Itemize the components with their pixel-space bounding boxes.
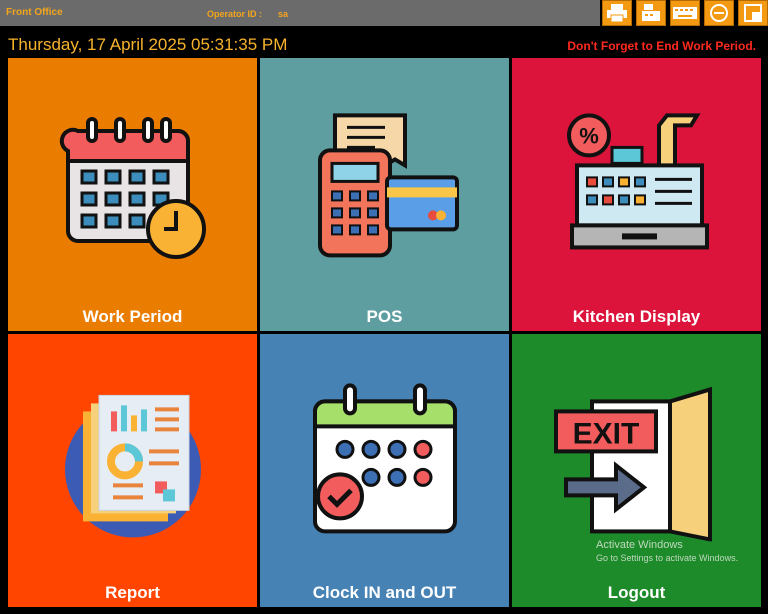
- app-name: Front Office: [6, 7, 63, 18]
- operator-label: Operator ID :: [207, 9, 263, 19]
- clock-in-out-tile[interactable]: Clock IN and OUT: [260, 334, 509, 607]
- cash-register-button[interactable]: [636, 0, 666, 26]
- report-tile[interactable]: Report: [8, 334, 257, 607]
- tile-label: Work Period: [82, 307, 183, 326]
- tile-label: Logout: [607, 583, 666, 602]
- activate-windows-title: Activate Windows: [596, 539, 683, 551]
- operator-value: sa: [278, 9, 289, 19]
- card-terminal-icon: [317, 112, 459, 257]
- logout-tile[interactable]: EXIT Logout: [512, 334, 761, 607]
- datetime-display: Thursday, 17 April 2025 05:31:35 PM: [8, 35, 288, 54]
- calendar-check-icon: [312, 382, 457, 533]
- minimize-button[interactable]: [704, 0, 734, 26]
- tile-label: POS: [366, 307, 403, 326]
- cash-register-icon: [642, 4, 660, 21]
- work-period-tile[interactable]: Work Period: [8, 58, 257, 331]
- tile-label: Report: [105, 583, 160, 602]
- end-work-period-warning: Don't Forget to End Work Period.: [567, 39, 756, 53]
- pos-tile[interactable]: POS: [260, 58, 509, 331]
- title-bar: Front Office Operator ID : sa: [0, 0, 600, 26]
- exit-door-icon: EXIT: [553, 386, 712, 541]
- calendar-clock-icon: [59, 116, 206, 259]
- restore-button[interactable]: [738, 0, 768, 26]
- keyboard-icon: [673, 7, 697, 19]
- keyboard-button[interactable]: [670, 0, 700, 26]
- report-document-icon: [64, 394, 201, 537]
- svg-text:EXIT: EXIT: [572, 417, 639, 450]
- minimize-icon: [710, 4, 728, 22]
- activate-windows-subtitle: Go to Settings to activate Windows.: [596, 553, 739, 563]
- svg-text:%: %: [579, 123, 599, 148]
- kitchen-register-icon: %: [566, 112, 709, 249]
- tile-label: Kitchen Display: [572, 307, 701, 326]
- kitchen-display-tile[interactable]: % Kitchen Display: [512, 58, 761, 331]
- tile-label: Clock IN and OUT: [312, 583, 457, 602]
- restore-icon: [744, 4, 762, 22]
- printer-icon: [607, 4, 627, 23]
- print-button[interactable]: [602, 0, 632, 26]
